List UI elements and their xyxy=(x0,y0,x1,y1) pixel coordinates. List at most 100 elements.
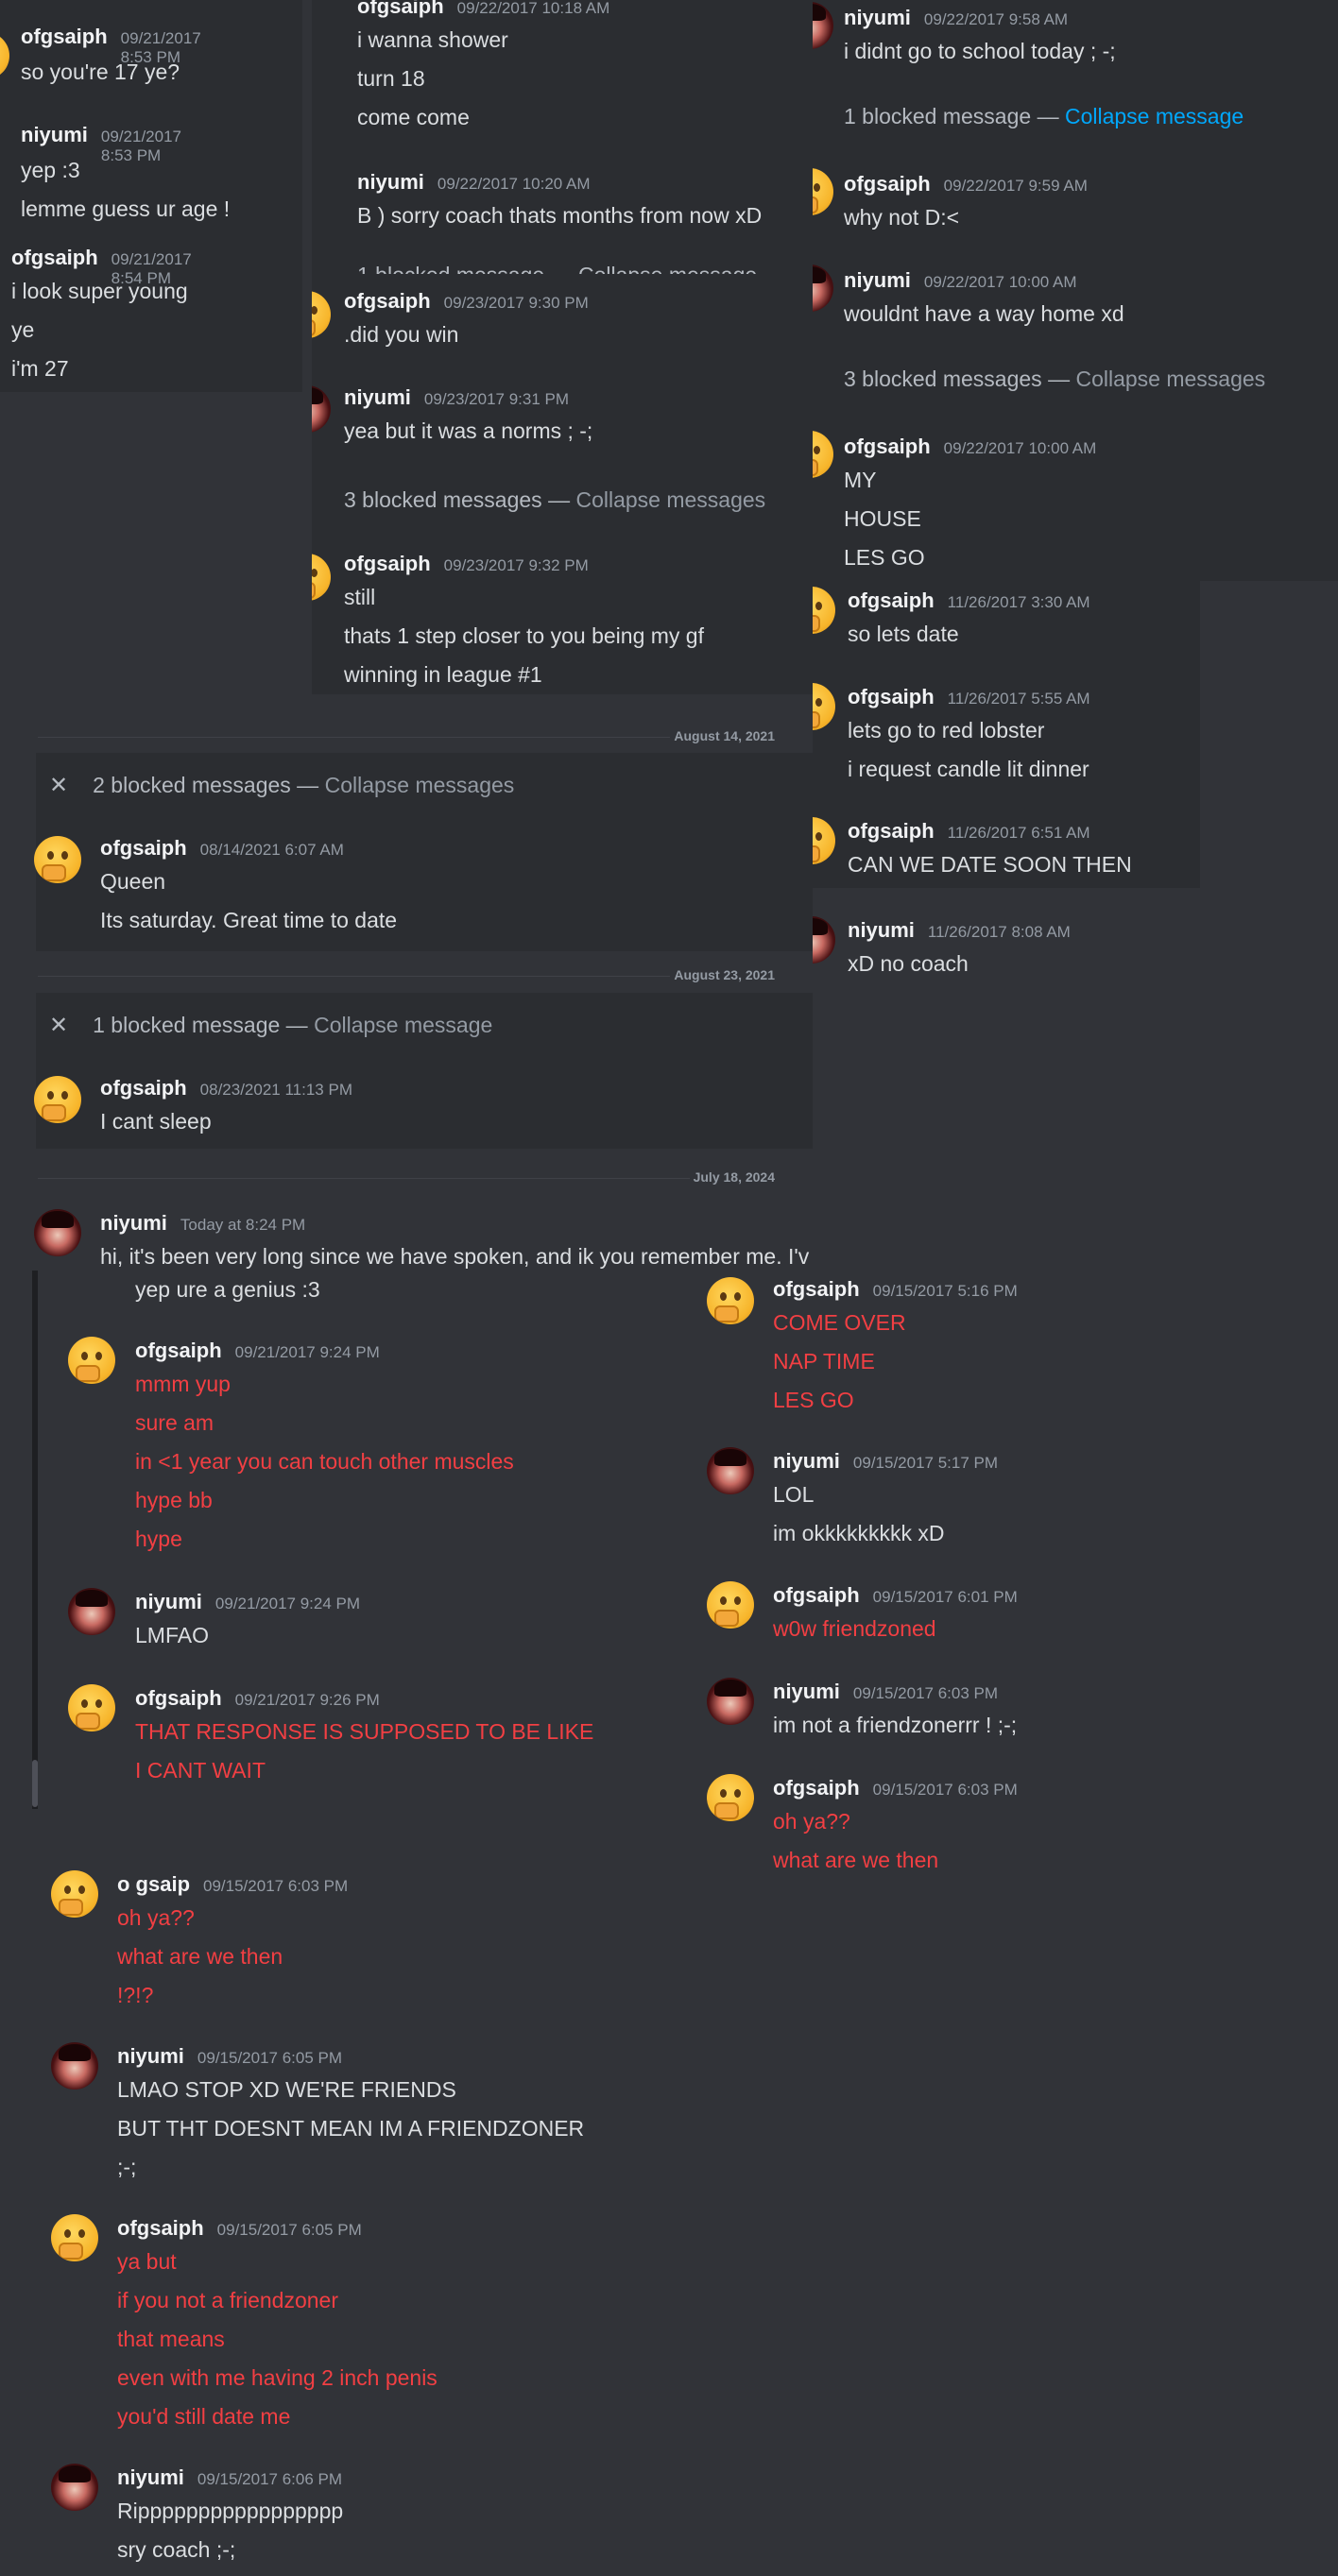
user-avatar-icon[interactable] xyxy=(312,385,331,433)
message-text: !?!? xyxy=(117,1983,154,2007)
user-avatar-icon[interactable] xyxy=(707,1277,754,1324)
username[interactable]: ofgsaiph xyxy=(135,1339,222,1363)
username[interactable]: ofgsaiph xyxy=(11,246,98,270)
message-text: even with me having 2 inch penis xyxy=(117,2365,437,2390)
username[interactable]: niyumi xyxy=(773,1680,840,1704)
message-text: ye xyxy=(11,317,35,342)
username[interactable]: ofgsaiph xyxy=(344,289,431,314)
collapse-message-link[interactable]: Collapse message xyxy=(314,1013,492,1037)
timestamp: 09/15/2017 6:03 PM xyxy=(872,1781,1018,1799)
chat-panel-a: ofgsaiph 09/21/2017 8:53 PM so you're 17… xyxy=(0,0,302,392)
user-avatar-icon[interactable] xyxy=(312,291,331,338)
timestamp: 09/21/2017 9:26 PM xyxy=(234,1691,380,1709)
user-avatar-icon[interactable] xyxy=(51,2042,98,2090)
message-text: xD no coach xyxy=(848,951,969,973)
user-avatar-icon[interactable] xyxy=(707,1774,754,1821)
close-icon[interactable]: ✕ xyxy=(49,773,68,798)
username[interactable]: ofgsaiph xyxy=(848,819,935,844)
user-avatar-icon[interactable] xyxy=(813,916,835,964)
chat-panel-g: yep ure a genius :3 ofgsaiph 09/21/2017 … xyxy=(0,1271,699,1814)
username[interactable]: ofgsaiph xyxy=(135,1686,222,1711)
user-avatar-icon[interactable] xyxy=(51,1870,98,1918)
user-avatar-icon[interactable] xyxy=(813,168,833,215)
username[interactable]: o gsaip xyxy=(117,1872,190,1897)
user-avatar-icon[interactable] xyxy=(0,32,9,79)
user-avatar-icon[interactable] xyxy=(707,1581,754,1629)
user-avatar-icon[interactable] xyxy=(813,817,835,864)
username[interactable]: ofgsaiph xyxy=(773,1277,860,1302)
user-avatar-icon[interactable] xyxy=(34,836,81,883)
chat-panel-c: ofgsaiph 09/23/2017 9:30 PM .did you win… xyxy=(312,274,813,694)
message-text: LOL xyxy=(773,1482,815,1507)
message-text: THAT RESPONSE IS SUPPOSED TO BE LIKE xyxy=(135,1719,594,1744)
username[interactable]: niyumi xyxy=(100,1211,167,1236)
message-text: Its saturday. Great time to date xyxy=(100,908,398,932)
user-avatar-icon[interactable] xyxy=(707,1678,754,1725)
chat-panel-f: August 14, 2021 ✕ 2 blocked messages — Co… xyxy=(0,713,813,1271)
message-text: still xyxy=(344,585,376,609)
username[interactable]: niyumi xyxy=(357,170,424,195)
message-text: turn 18 xyxy=(357,66,425,91)
user-avatar-icon[interactable] xyxy=(813,431,833,478)
message-text: im okkkkkkkkk xD xyxy=(773,1521,945,1545)
timestamp: 09/22/2017 10:20 AM xyxy=(437,175,591,193)
message-text: LMFAO xyxy=(135,1623,209,1647)
collapse-messages-link[interactable]: Collapse messages xyxy=(1075,367,1265,391)
message-text: in <1 year you can touch other muscles xyxy=(135,1449,514,1474)
username[interactable]: niyumi xyxy=(844,268,911,293)
message-text: so you're 17 ye? xyxy=(21,60,180,84)
username[interactable]: ofgsaiph xyxy=(100,836,187,861)
user-avatar-icon[interactable] xyxy=(68,1588,115,1635)
username[interactable]: ofgsaiph xyxy=(848,685,935,709)
username[interactable]: niyumi xyxy=(844,6,911,30)
username[interactable]: ofgsaiph xyxy=(844,435,931,459)
user-avatar-icon[interactable] xyxy=(68,1337,115,1384)
username[interactable]: niyumi xyxy=(135,1590,202,1614)
username[interactable]: ofgsaiph xyxy=(100,1076,187,1100)
username[interactable]: ofgsaiph xyxy=(844,172,931,196)
username[interactable]: ofgsaiph xyxy=(357,0,444,19)
collapse-messages-link[interactable]: Collapse messages xyxy=(575,487,765,512)
timestamp: 09/22/2017 10:00 AM xyxy=(943,439,1097,457)
username[interactable]: niyumi xyxy=(848,918,915,943)
username[interactable]: ofgsaiph xyxy=(773,1776,860,1800)
username[interactable]: ofgsaiph xyxy=(117,2216,204,2241)
message-text: yep :3 xyxy=(21,158,80,182)
user-avatar-icon[interactable] xyxy=(68,1684,115,1732)
username[interactable]: ofgsaiph xyxy=(344,552,431,576)
user-avatar-icon[interactable] xyxy=(34,1076,81,1123)
collapse-message-link[interactable]: Collapse message xyxy=(1065,104,1244,128)
blocked-messages-notice: 1 blocked message — Collapse message xyxy=(844,104,1244,128)
user-avatar-icon[interactable] xyxy=(312,554,331,601)
user-avatar-icon[interactable] xyxy=(34,1209,81,1256)
scrollbar-thumb[interactable] xyxy=(32,1760,38,1807)
message-text: BUT THT DOESNT MEAN IM A FRIENDZONER xyxy=(117,2116,585,2141)
message-text: that means xyxy=(117,2327,225,2351)
message-text: CAN WE DATE SOON THEN xyxy=(848,852,1132,877)
collapse-messages-link[interactable]: Collapse messages xyxy=(325,773,515,797)
user-avatar-icon[interactable] xyxy=(707,1447,754,1494)
chat-panel-h: ofgsaiph 09/15/2017 5:16 PM COME OVER NA… xyxy=(699,1266,1338,1889)
username[interactable]: niyumi xyxy=(21,123,88,147)
username[interactable]: ofgsaiph xyxy=(21,25,108,49)
user-avatar-icon[interactable] xyxy=(51,2214,98,2261)
user-avatar-icon[interactable] xyxy=(813,264,833,312)
username[interactable]: ofgsaiph xyxy=(848,589,935,613)
username[interactable]: niyumi xyxy=(117,2465,184,2490)
user-avatar-icon[interactable] xyxy=(813,683,835,730)
username[interactable]: niyumi xyxy=(773,1449,840,1474)
chat-panel-i: o gsaip 09/15/2017 6:03 PM oh ya?? what … xyxy=(0,1851,699,2576)
blocked-messages-notice[interactable]: 1 blocked message — Collapse message xyxy=(357,263,757,274)
timestamp: 09/23/2017 9:30 PM xyxy=(443,294,589,312)
username[interactable]: niyumi xyxy=(117,2044,184,2069)
user-avatar-icon[interactable] xyxy=(51,2464,98,2511)
message-text: NAP TIME xyxy=(773,1349,875,1373)
scrollbar-track[interactable] xyxy=(32,1271,38,1809)
user-avatar-icon[interactable] xyxy=(813,2,833,49)
close-icon[interactable]: ✕ xyxy=(49,1013,68,1038)
username[interactable]: ofgsaiph xyxy=(773,1583,860,1608)
user-avatar-icon[interactable] xyxy=(813,587,835,634)
username[interactable]: niyumi xyxy=(344,385,411,410)
message-text: thats 1 step closer to you being my gf xyxy=(344,623,704,648)
timestamp: 09/15/2017 6:05 PM xyxy=(197,2049,343,2067)
